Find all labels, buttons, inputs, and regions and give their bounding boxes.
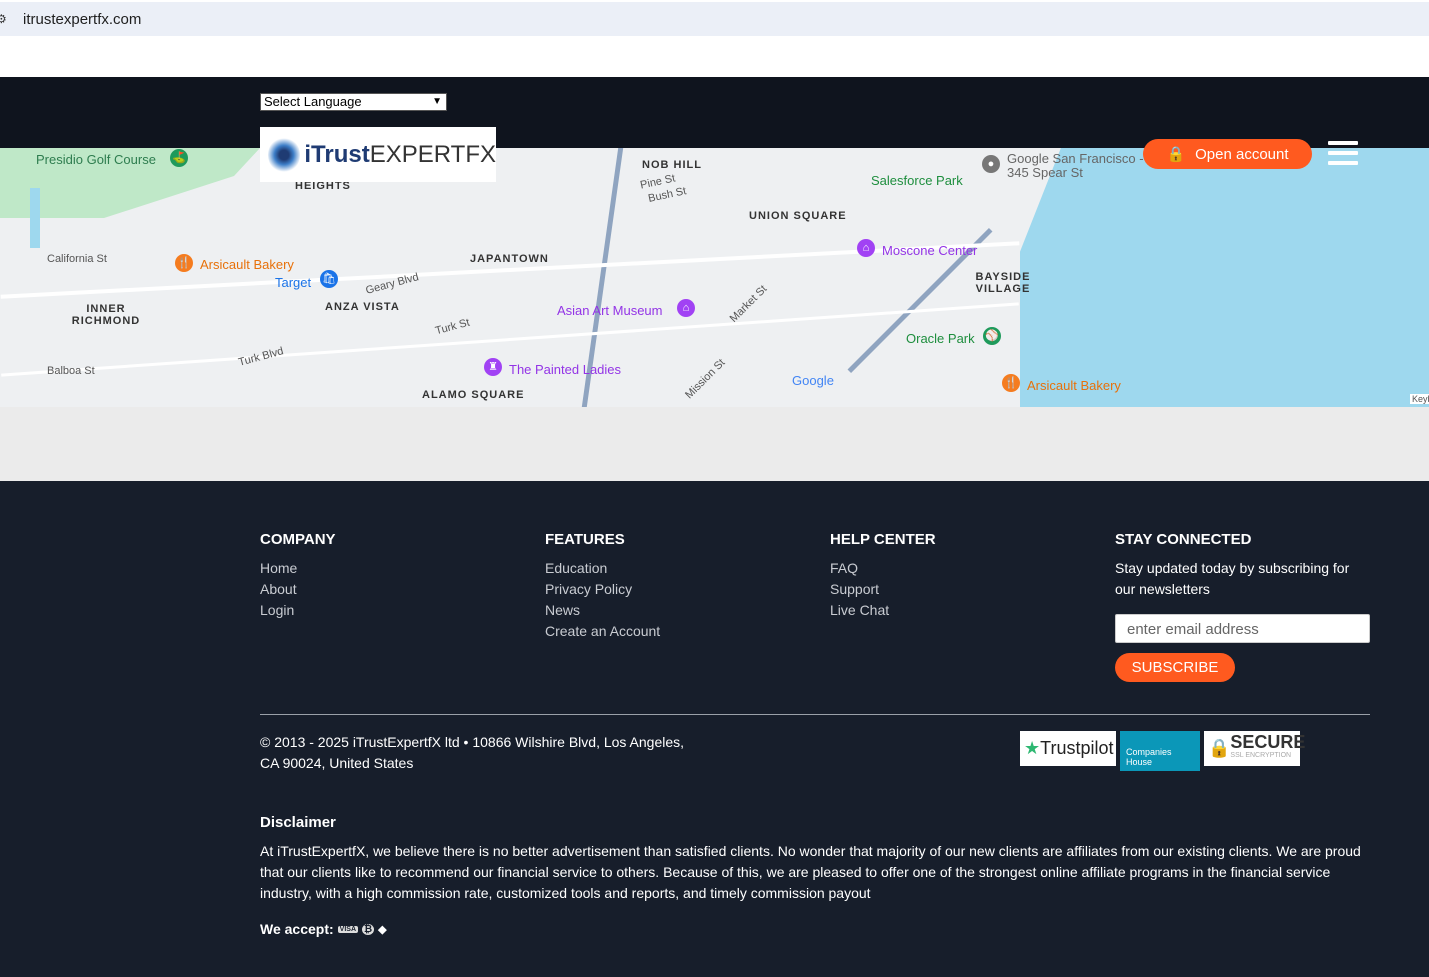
footer: COMPANY Home About Login FEATURES Educat… [0,481,1429,977]
site-info-icon[interactable]: ⚙ [0,12,10,26]
footer-link-news[interactable]: News [545,600,660,621]
shopping-pin-icon[interactable]: 🛍 [320,270,338,288]
language-select-value: Select Language [264,94,362,109]
ethereum-icon: ◆ [378,923,387,936]
column-title: FEATURES [545,531,625,548]
map-label[interactable]: Google San Francisco - 345 Spear St [1007,152,1147,180]
divider [260,714,1370,715]
lock-icon: 🔒 [1166,146,1186,163]
newsletter-text: Stay updated today by subscribing for ou… [1115,560,1350,597]
logo-text: iTrust [304,140,370,168]
map-label: UNION SQUARE [749,210,847,222]
disclaimer-title: Disclaimer [260,814,336,831]
footer-link-education[interactable]: Education [545,558,660,579]
visa-icon: VISA [337,925,359,933]
restaurant-pin-icon[interactable]: 🍴 [1002,374,1020,392]
map-label: Market St [727,283,770,325]
map-label: Turk St [434,316,472,338]
footer-link-support[interactable]: Support [830,579,936,600]
lake [30,188,40,248]
map-label: ANZA VISTA [325,301,400,313]
language-select[interactable]: Select Language ▼ [260,93,447,111]
map-label[interactable]: Arsicault Bakery [200,257,294,272]
we-accept-label: We accept: [260,921,334,937]
google-logo: Google [792,373,834,388]
map[interactable]: Presidio Golf Course ⛳ HEIGHTS Californi… [0,148,1429,407]
keyboard-shortcuts-link[interactable]: Keyb [1410,394,1429,404]
column-title: COMPANY [260,531,336,548]
footer-link-login[interactable]: Login [260,600,336,621]
office-pin-icon[interactable]: ● [982,155,1000,173]
subscribe-button[interactable]: SUBSCRIBE [1115,653,1235,682]
payment-methods: We accept: VISA ₿ ◆ [260,921,387,937]
site-header [0,77,1429,148]
footer-link-privacy[interactable]: Privacy Policy [545,579,660,600]
map-label: Turk Blvd [237,345,285,369]
footer-features: FEATURES Education Privacy Policy News C… [545,531,660,642]
map-label: NOB HILL [642,159,702,171]
map-label[interactable]: Moscone Center [882,243,977,258]
footer-link-home[interactable]: Home [260,558,336,579]
email-input[interactable]: enter email address [1115,614,1370,643]
bitcoin-icon: ₿ [362,923,375,935]
badge-text: SECURE [1230,731,1306,752]
map-label: California St [47,253,107,265]
restaurant-pin-icon[interactable]: 🍴 [175,254,193,272]
venue-pin-icon[interactable]: ⌂ [857,239,875,257]
trust-badges: ★ Trustpilot Companies House 🔒 SECURE SSL E… [1020,731,1305,771]
disclaimer-text: At iTrustExpertfX, we believe there is n… [260,843,1361,901]
badge-subtext: SSL ENCRYPTION [1230,751,1292,759]
map-label: BAYSIDE VILLAGE [975,271,1031,295]
copyright: © 2013 - 2025 iTrustExpertfX ltd • 10866… [260,734,685,771]
logo-burst-icon [268,136,301,173]
footer-link-create-account[interactable]: Create an Account [545,621,660,642]
map-label[interactable]: Oracle Park [906,331,975,346]
footer-link-live-chat[interactable]: Live Chat [830,600,936,621]
site-logo[interactable]: iTrust EXPERTFX [260,127,496,182]
trustpilot-badge[interactable]: ★ Trustpilot [1020,731,1116,766]
star-icon: ★ [1024,738,1041,758]
spacer [0,407,1429,481]
map-label: Balboa St [47,365,95,377]
column-title: HELP CENTER [830,531,936,548]
map-label: Mission St [683,356,728,402]
golf-pin-icon[interactable]: ⛳ [170,149,188,167]
landmark-pin-icon[interactable]: ♜ [484,358,502,376]
footer-link-about[interactable]: About [260,579,336,600]
badge-text: Companies House [1126,747,1172,767]
map-label: JAPANTOWN [470,253,549,265]
open-account-label: Open account [1195,145,1289,163]
companies-house-badge[interactable]: Companies House [1120,731,1200,771]
open-account-button[interactable]: 🔒 Open account [1143,139,1312,169]
map-label[interactable]: Asian Art Museum [557,303,663,318]
footer-help: HELP CENTER FAQ Support Live Chat [830,531,936,621]
address-bar[interactable]: ⚙ itrustexpertfx.com [0,2,1429,36]
map-label[interactable]: Target [275,275,311,290]
badge-text: Trustpilot [1040,738,1114,758]
chevron-down-icon: ▼ [432,96,442,107]
map-label[interactable]: The Painted Ladies [509,362,621,377]
map-label: INNER RICHMOND [71,303,141,327]
footer-company: COMPANY Home About Login [260,531,336,621]
bay-water [1020,148,1429,407]
ssl-badge[interactable]: 🔒 SECURE SSL ENCRYPTION [1204,731,1305,766]
stadium-pin-icon[interactable]: ⚾ [983,327,1001,345]
footer-stay-connected: STAY CONNECTED Stay updated today by sub… [1115,531,1370,682]
map-label[interactable]: Presidio Golf Course [36,152,156,167]
map-label[interactable]: Salesforce Park [871,173,963,188]
url-text: itrustexpertfx.com [23,10,142,28]
padlock-check-icon: 🔒 [1208,738,1231,758]
logo-text: EXPERTFX [369,140,496,168]
footer-link-faq[interactable]: FAQ [830,558,936,579]
column-title: STAY CONNECTED [1115,531,1252,548]
museum-pin-icon[interactable]: ⌂ [677,299,695,317]
map-label[interactable]: Arsicault Bakery [1027,378,1121,393]
hamburger-menu-icon[interactable] [1328,141,1358,165]
map-label: ALAMO SQUARE [422,389,525,401]
